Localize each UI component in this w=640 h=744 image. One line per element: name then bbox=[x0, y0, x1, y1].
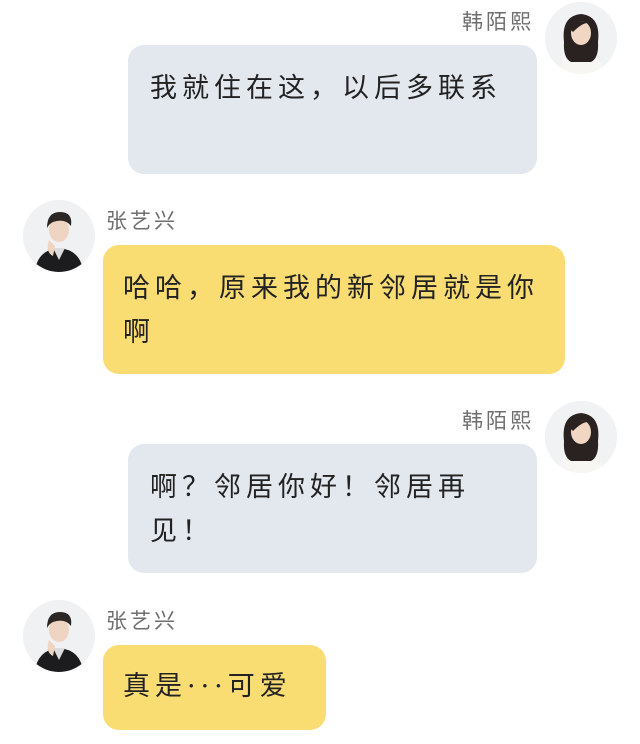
sender-name: 韩陌熙 bbox=[462, 10, 534, 34]
chat-view: 韩陌熙 我就住在这，以后多联系 张艺兴 哈哈，原来我的新邻居就是你啊 韩陌熙 啊… bbox=[0, 0, 640, 744]
sender-name: 张艺兴 bbox=[106, 609, 178, 633]
message-bubble[interactable]: 我就住在这，以后多联系 bbox=[128, 45, 537, 174]
avatar-boy-icon[interactable] bbox=[23, 600, 95, 672]
avatar-girl-icon[interactable] bbox=[545, 401, 617, 473]
avatar-boy-icon[interactable] bbox=[23, 200, 95, 272]
message-bubble[interactable]: 真是···可爱 bbox=[103, 645, 326, 730]
message-bubble[interactable]: 啊？邻居你好！邻居再见！ bbox=[128, 444, 537, 573]
sender-name: 张艺兴 bbox=[106, 209, 178, 233]
avatar-girl-icon[interactable] bbox=[545, 2, 617, 74]
message-bubble[interactable]: 哈哈，原来我的新邻居就是你啊 bbox=[103, 245, 565, 374]
sender-name: 韩陌熙 bbox=[462, 409, 534, 433]
